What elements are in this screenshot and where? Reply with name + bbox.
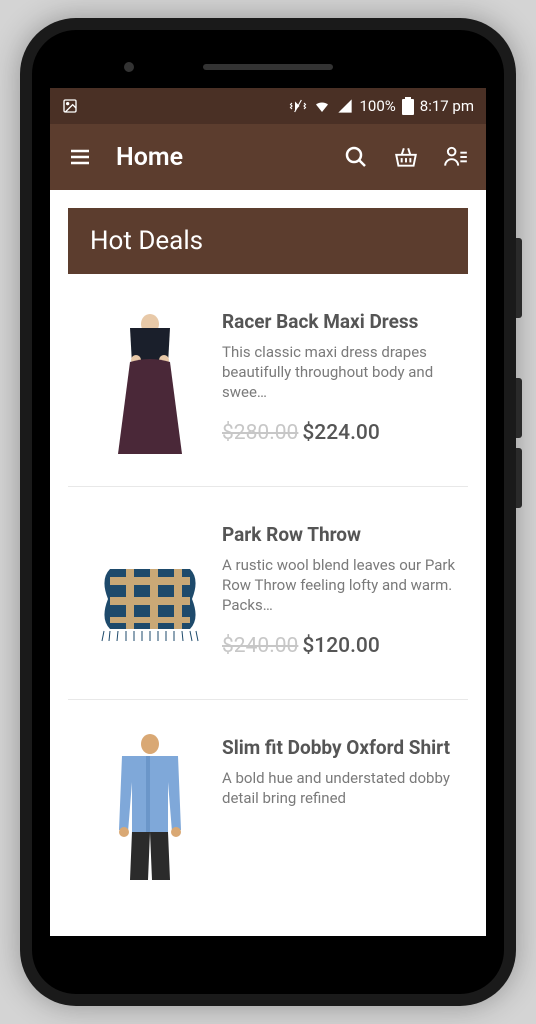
page-title: Home [116, 143, 320, 172]
section-header: Hot Deals [68, 208, 468, 274]
product-thumbnail [96, 306, 204, 454]
clock-time: 8:17 pm [420, 97, 474, 115]
battery-percentage: 100% [359, 97, 395, 115]
signal-icon [337, 98, 353, 114]
search-button[interactable] [342, 143, 370, 171]
basket-button[interactable] [392, 143, 420, 171]
app-bar: Home [50, 124, 486, 190]
vibrate-icon [289, 97, 307, 115]
product-item[interactable]: Park Row Throw A rustic wool blend leave… [68, 486, 468, 699]
new-price: $224.00 [302, 421, 379, 445]
wifi-icon [313, 97, 331, 115]
battery-icon [402, 97, 414, 115]
product-description: This classic maxi dress drapes beautiful… [222, 342, 464, 403]
product-description: A bold hue and understated dobby detail … [222, 768, 464, 809]
product-title: Park Row Throw [222, 523, 464, 547]
product-list[interactable]: Racer Back Maxi Dress This classic maxi … [68, 274, 468, 912]
image-icon [62, 98, 78, 114]
product-thumbnail [96, 519, 204, 667]
status-bar: 100% 8:17 pm [50, 88, 486, 124]
product-item[interactable]: Racer Back Maxi Dress This classic maxi … [68, 298, 468, 486]
product-title: Slim fit Dobby Oxford Shirt [222, 736, 464, 760]
old-price: $280.00 [222, 421, 298, 445]
product-title: Racer Back Maxi Dress [222, 310, 464, 334]
new-price: $120.00 [302, 634, 379, 658]
content-area: Hot Deals [50, 190, 486, 936]
product-thumbnail [96, 732, 204, 880]
account-button[interactable] [442, 143, 470, 171]
product-item[interactable]: Slim fit Dobby Oxford Shirt A bold hue a… [68, 699, 468, 912]
product-description: A rustic wool blend leaves our Park Row … [222, 555, 464, 616]
hamburger-menu-button[interactable] [66, 143, 94, 171]
old-price: $240.00 [222, 634, 298, 658]
